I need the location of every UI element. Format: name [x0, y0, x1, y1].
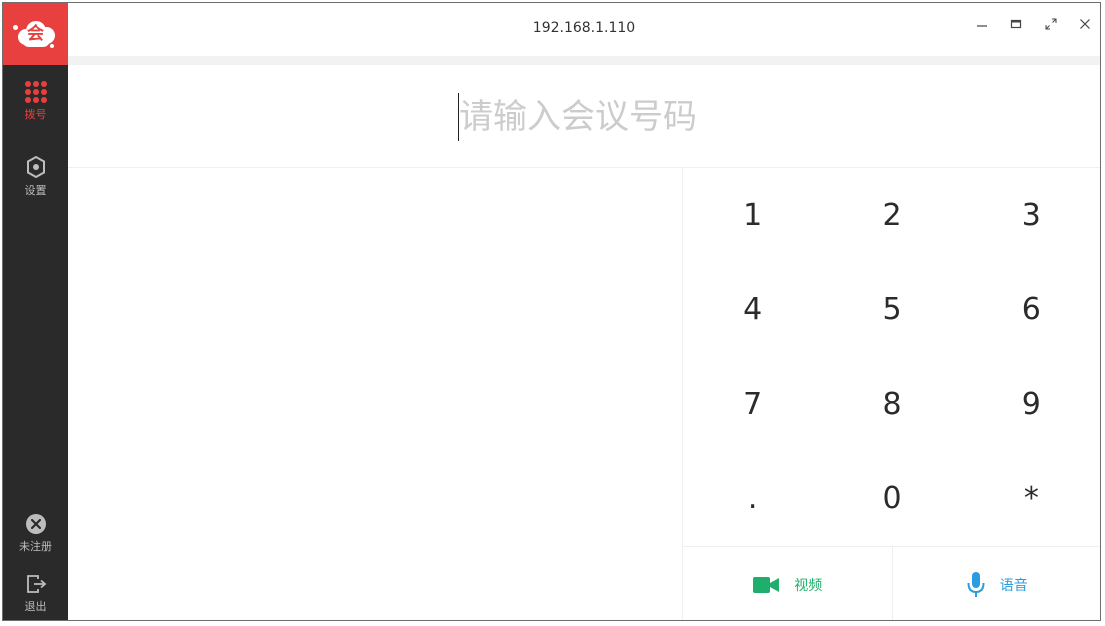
video-call-button[interactable]: 视频	[683, 547, 892, 620]
call-actions: 视频 语音	[682, 546, 1101, 620]
minimize-button[interactable]	[971, 13, 993, 35]
microphone-icon	[967, 571, 985, 597]
keypad-key[interactable]: 4	[683, 263, 822, 358]
sidebar-item-registration-status[interactable]: 未注册	[3, 513, 68, 554]
server-address: 192.168.1.110	[532, 20, 636, 36]
dial-keypad: 1 2 3 4 5 6 7 8 9. 0 *	[682, 168, 1100, 547]
restore-icon	[1010, 19, 1022, 29]
app-window: 会 拨号 设置 未注册 退出 192.168.1.110 请输入会议号码 1 2…	[2, 2, 1101, 621]
sidebar-item-settings[interactable]: 设置	[3, 155, 68, 198]
close-icon	[1080, 19, 1090, 29]
sidebar-item-label: 设置	[24, 184, 47, 197]
voice-call-button[interactable]: 语音	[891, 547, 1101, 620]
header-divider	[68, 56, 1100, 65]
keypad-key[interactable]: *	[962, 452, 1100, 547]
keypad-key[interactable]: 5	[822, 263, 961, 358]
sidebar-item-dial[interactable]: 拨号	[3, 81, 68, 122]
keypad-key[interactable]: 6	[962, 263, 1100, 358]
logo-glyph: 会	[27, 24, 44, 44]
sidebar-item-label: 未注册	[19, 540, 52, 553]
keypad-key[interactable]: 7	[683, 357, 822, 452]
title-bar: 192.168.1.110	[68, 3, 1100, 56]
keypad-key[interactable]: 2	[822, 168, 961, 263]
cloud-logo-icon: 会	[12, 19, 56, 49]
voice-call-label: 语音	[999, 577, 1028, 594]
sidebar: 会 拨号 设置 未注册 退出	[3, 3, 68, 620]
app-logo: 会	[3, 3, 68, 65]
keypad-key[interactable]: .	[683, 452, 822, 547]
sidebar-item-exit[interactable]: 退出	[3, 573, 68, 614]
restore-button[interactable]	[1005, 13, 1027, 35]
unregistered-icon	[25, 514, 46, 534]
video-call-label: 视频	[794, 577, 823, 594]
sidebar-item-label: 拨号	[24, 108, 47, 121]
meeting-number-input[interactable]	[458, 93, 958, 141]
keypad-key[interactable]: 0	[822, 452, 961, 547]
keypad-key[interactable]: 3	[962, 168, 1100, 263]
sidebar-item-label: 退出	[24, 600, 47, 613]
meeting-number-area	[68, 65, 1100, 168]
keypad-key[interactable]: 9	[962, 357, 1100, 452]
dialpad-icon	[24, 81, 47, 103]
close-button[interactable]	[1074, 13, 1096, 35]
minimize-icon	[977, 25, 987, 27]
settings-icon	[26, 155, 45, 179]
exit-icon	[26, 575, 46, 593]
fullscreen-button[interactable]	[1040, 13, 1062, 35]
keypad-key[interactable]: 8	[822, 357, 961, 452]
video-camera-icon	[753, 576, 780, 593]
keypad-key[interactable]: 1	[683, 168, 822, 263]
fullscreen-icon	[1045, 18, 1057, 30]
